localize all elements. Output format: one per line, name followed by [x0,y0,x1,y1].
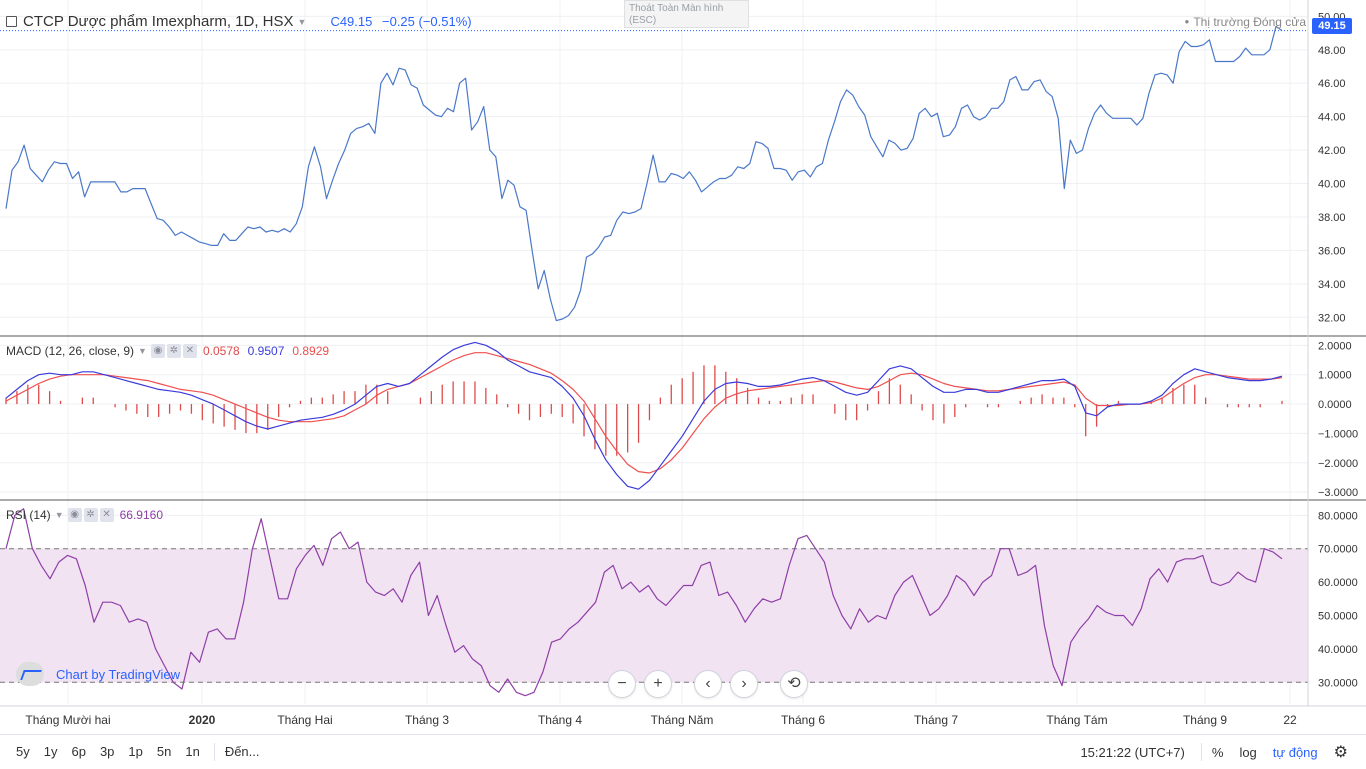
eye-icon[interactable]: ◉ [67,508,82,522]
goto-date-button[interactable]: Đến... [225,744,260,759]
rsi-label[interactable]: RSI (14) [6,508,51,522]
gear-icon[interactable]: ✲ [166,344,181,358]
auto-scale-toggle[interactable]: tự động [1273,745,1318,760]
log-scale-toggle[interactable]: log [1239,745,1256,760]
time-axis-label: Tháng 6 [781,713,825,727]
macd-value: 0.9507 [247,344,285,358]
tradingview-logo-icon [16,662,44,686]
price-axis-label: 60.0000 [1318,577,1358,589]
timeframe-1m[interactable]: 1p [128,744,142,759]
gear-icon[interactable]: ⚙ [1334,742,1348,762]
close-icon[interactable]: ✕ [99,508,114,522]
price-axis-label: 36.00 [1318,245,1346,257]
price-axis-label: 80.0000 [1318,510,1358,522]
time-axis-label: Tháng 3 [405,713,449,727]
close-value: 49.15 [339,14,373,29]
bottom-toolbar: 5y 1y 6p 3p 1p 5n 1n Đến... 15:21:22 (UT… [0,734,1366,768]
reset-chart-button[interactable]: ⟲ [780,670,808,698]
time-axis-label: 22 [1283,713,1297,727]
exit-fullscreen-key: (ESC) [629,15,657,26]
divider [213,742,215,761]
price-axis-label: 44.00 [1318,112,1346,124]
chart-canvas[interactable]: Tháng Mười hai 2020 Tháng Hai Tháng 3 Tháng … [0,0,1366,734]
timeframe-3m[interactable]: 3p [100,744,114,759]
price-axis-label: 0.0000 [1318,399,1352,411]
macd-label[interactable]: MACD (12, 26, close, 9) [6,344,134,358]
timeframe-1d[interactable]: 1n [185,744,199,759]
timeframe-5d[interactable]: 5n [157,744,171,759]
time-axis-label: Tháng Năm [651,713,714,727]
macd-signal-line [5,352,1283,474]
price-axis-label: 40.00 [1318,179,1346,191]
market-status: Thị trường Đóng cửa [1185,15,1306,29]
price-axis-label: 2.0000 [1318,340,1352,352]
price-axis-label: −3.0000 [1318,487,1358,499]
tradingview-watermark[interactable]: Chart by TradingView [16,662,180,686]
main-series-legend: CTCP Dược phẩm Imexpharm, 1D, HSX ▼ C49.… [6,13,472,30]
rsi-value: 66.9160 [119,508,163,522]
price-axis-label: 34.00 [1318,279,1346,291]
rsi-overbought-oversold-band [0,548,1308,683]
clock[interactable]: 15:21:22 (UTC+7) [1080,745,1184,760]
macd-hist-value: 0.0578 [202,344,240,358]
price-axis-label: 70.0000 [1318,544,1358,556]
price-axis-label: 40.0000 [1318,644,1358,656]
price-axis-label: 50.0000 [1318,611,1358,623]
time-axis-label: Tháng 7 [914,713,958,727]
price-axis-label: 30.0000 [1318,677,1358,689]
macd-indicator-controls: ◉ ✲ ✕ [150,344,197,358]
rsi-legend: RSI (14) ▼ ◉ ✲ ✕ 66.9160 [6,508,163,522]
exit-fullscreen-hint[interactable]: Thoát Toàn Màn hình (ESC) [624,0,749,28]
zoom-out-button[interactable]: − [608,670,636,698]
price-axis-label: 1.0000 [1318,370,1352,382]
timeframe-1y[interactable]: 1y [44,744,58,759]
time-axis-label: 2020 [189,713,216,727]
time-axis-label: Tháng Tám [1046,713,1107,727]
price-axis-label: 48.00 [1318,45,1346,57]
price-axis-label: −1.0000 [1318,428,1358,440]
price-axis-label: −2.0000 [1318,458,1358,470]
macd-legend: MACD (12, 26, close, 9) ▼ ◉ ✲ ✕ 0.0578 0… [6,344,329,358]
exit-fullscreen-label: Thoát Toàn Màn hình [629,3,724,14]
close-icon[interactable]: ✕ [182,344,197,358]
change-value: −0.25 (−0.51%) [382,14,472,29]
tradingview-chart-app: Tháng Mười hai 2020 Tháng Hai Tháng 3 Tháng … [0,0,1366,768]
price-axis-label: 32.00 [1318,312,1346,324]
price-axis-label: 38.00 [1318,212,1346,224]
last-price-badge: 49.15 [1312,18,1352,34]
symbol-icon [6,16,17,27]
macd-series [5,341,1283,490]
legend-values: C49.15 −0.25 (−0.51%) [330,14,471,29]
price-series [0,25,1308,322]
timeframe-6m[interactable]: 6p [71,744,85,759]
price-axis-label: 42.00 [1318,145,1346,157]
zoom-in-button[interactable]: + [644,670,672,698]
time-axis-label: Tháng Hai [277,713,332,727]
eye-icon[interactable]: ◉ [150,344,165,358]
price-line [5,25,1283,322]
time-axis-label: Tháng 4 [538,713,582,727]
chevron-down-icon[interactable]: ▼ [298,17,307,27]
close-label: C [330,14,340,29]
divider [1200,743,1202,761]
timeframe-5y[interactable]: 5y [16,744,30,759]
time-axis-label: Tháng Mười hai [25,713,110,727]
macd-signal-value: 0.8929 [292,344,330,358]
watermark-label: Chart by TradingView [56,666,181,682]
time-axis-label: Tháng 9 [1183,713,1227,727]
macd-line [5,341,1283,490]
symbol-label[interactable]: CTCP Dược phẩm Imexpharm, 1D, HSX [23,13,294,30]
price-axis-label: 46.00 [1318,78,1346,90]
gear-icon[interactable]: ✲ [83,508,98,522]
bottom-right-controls: 15:21:22 (UTC+7) % log tự động ⚙ [1080,735,1366,769]
percent-scale-toggle[interactable]: % [1212,745,1224,760]
scroll-forward-button[interactable]: › [730,670,758,698]
scroll-back-button[interactable]: ‹ [694,670,722,698]
chevron-down-icon[interactable]: ▼ [138,346,147,356]
rsi-band [0,548,1308,683]
rsi-indicator-controls: ◉ ✲ ✕ [67,508,114,522]
chevron-down-icon[interactable]: ▼ [55,510,64,520]
